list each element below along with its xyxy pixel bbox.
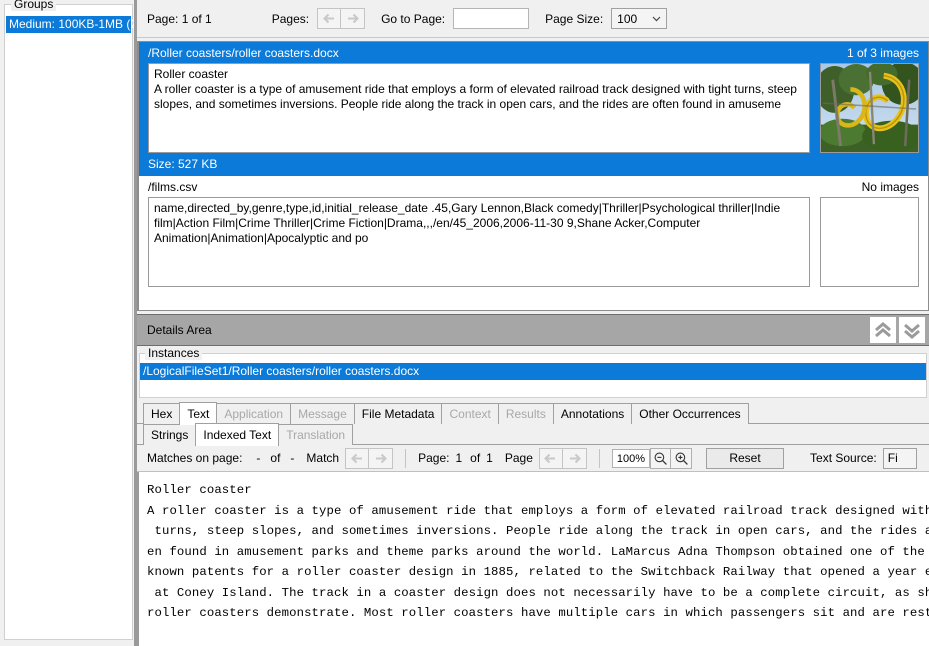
page-indicator: Page: 1 of 1 xyxy=(147,12,212,26)
result-snippet: name,directed_by,genre,type,id,initial_r… xyxy=(148,197,810,287)
tab-translation: Translation xyxy=(278,424,353,445)
result-row[interactable]: /Roller coasters/roller coasters.docx 1 … xyxy=(139,42,928,176)
tab-annotations[interactable]: Annotations xyxy=(553,403,632,424)
tab-application: Application xyxy=(216,403,291,424)
reset-button[interactable]: Reset xyxy=(706,448,784,469)
magnifier-plus-icon xyxy=(674,451,689,466)
tab-context: Context xyxy=(441,403,498,424)
right-arrow-icon xyxy=(568,453,581,464)
pages-label: Pages: xyxy=(272,12,309,26)
prev-page-button[interactable] xyxy=(317,8,341,29)
details-area-bar: Details Area xyxy=(137,314,929,346)
chevron-down-icon xyxy=(652,16,661,22)
goto-page-label: Go to Page: xyxy=(381,12,445,26)
right-arrow-icon xyxy=(374,453,387,464)
tab-other-occurrences[interactable]: Other Occurrences xyxy=(631,403,748,424)
page-size-label: Page Size: xyxy=(545,12,603,26)
instances-title: Instances xyxy=(145,346,202,360)
result-images-count: 1 of 3 images xyxy=(847,46,919,60)
left-arrow-icon xyxy=(544,453,557,464)
left-arrow-icon xyxy=(323,13,336,24)
snippet-text: A roller coaster is a type of amusement … xyxy=(154,82,797,111)
details-collapse-button[interactable] xyxy=(870,317,896,343)
sidebar-item-medium[interactable]: Medium: 100KB-1MB (2) xyxy=(6,16,131,33)
text-source-select[interactable]: Fi xyxy=(883,448,917,469)
roller-coaster-photo xyxy=(821,64,918,152)
viewer-prev-page-button[interactable] xyxy=(539,448,563,469)
page-size-value: 100 xyxy=(617,12,637,26)
result-header: /films.csv No images xyxy=(139,176,928,197)
tab-hex[interactable]: Hex xyxy=(143,403,180,424)
viewer-page-of: of xyxy=(470,451,480,465)
groups-sidebar: Groups Medium: 100KB-1MB (2) xyxy=(0,0,137,646)
result-images-count: No images xyxy=(862,180,919,194)
viewer-page-total: 1 xyxy=(486,451,493,465)
viewer-page-label: Page: xyxy=(418,451,449,465)
matches-current: - xyxy=(256,451,260,465)
viewer-page-current: 1 xyxy=(455,451,462,465)
text-source-label: Text Source: xyxy=(810,451,877,465)
match-toolbar: Matches on page: - of - Match Page: xyxy=(137,445,929,472)
page-size-select[interactable]: 100 xyxy=(611,8,667,29)
instance-item[interactable]: /LogicalFileSet1/Roller coasters/roller … xyxy=(140,363,926,380)
tab-results: Results xyxy=(498,403,554,424)
result-size-empty xyxy=(139,287,928,310)
viewer-page-nav-label: Page xyxy=(505,451,533,465)
pager-toolbar: Page: 1 of 1 Pages: Go to Page: Page Siz… xyxy=(137,0,929,38)
match-prev-button[interactable] xyxy=(345,448,369,469)
details-area-title: Details Area xyxy=(147,323,212,337)
groups-groupbox: Groups Medium: 100KB-1MB (2) xyxy=(4,4,133,640)
zoom-out-button[interactable] xyxy=(650,448,671,469)
instances-section: Instances /LogicalFileSet1/Roller coaste… xyxy=(137,346,929,400)
groups-title: Groups xyxy=(11,0,56,11)
match-next-button[interactable] xyxy=(369,448,393,469)
tab-message: Message xyxy=(290,403,355,424)
secondary-tab-bar: Strings Indexed Text Translation xyxy=(137,424,929,445)
tab-strings[interactable]: Strings xyxy=(143,424,196,445)
primary-tab-bar: Hex Text Application Message File Metada… xyxy=(137,403,929,424)
viewer-next-page-button[interactable] xyxy=(563,448,587,469)
matches-of-label: of xyxy=(270,451,280,465)
left-arrow-icon xyxy=(351,453,364,464)
next-page-button[interactable] xyxy=(341,8,365,29)
result-size: Size: 527 KB xyxy=(139,153,928,176)
zoom-in-button[interactable] xyxy=(671,448,692,469)
result-path: /Roller coasters/roller coasters.docx xyxy=(148,46,339,60)
magnifier-minus-icon xyxy=(653,451,668,466)
goto-page-input[interactable] xyxy=(453,8,529,29)
result-snippet: Roller coasterA roller coaster is a type… xyxy=(148,63,810,153)
result-row[interactable]: /films.csv No images name,directed_by,ge… xyxy=(139,176,928,310)
result-thumbnail[interactable] xyxy=(820,63,919,153)
tab-indexed-text[interactable]: Indexed Text xyxy=(195,423,279,446)
indexed-text-viewer[interactable]: Roller coaster A roller coaster is a typ… xyxy=(137,472,929,646)
result-body: name,directed_by,genre,type,id,initial_r… xyxy=(139,197,928,287)
result-path: /films.csv xyxy=(148,180,197,194)
instances-groupbox: Instances /LogicalFileSet1/Roller coaste… xyxy=(139,353,927,398)
main-panel: Page: 1 of 1 Pages: Go to Page: Page Siz… xyxy=(137,0,929,646)
matches-on-page-label: Matches on page: xyxy=(147,451,242,465)
right-arrow-icon xyxy=(346,13,359,24)
match-label: Match xyxy=(306,451,339,465)
matches-total: - xyxy=(290,451,294,465)
result-thumbnail-placeholder xyxy=(820,197,919,287)
double-chevron-down-icon xyxy=(902,320,922,340)
snippet-title: Roller coaster xyxy=(154,67,228,81)
tab-file-metadata[interactable]: File Metadata xyxy=(354,403,443,424)
double-chevron-up-icon xyxy=(873,320,893,340)
result-body: Roller coasterA roller coaster is a type… xyxy=(139,63,928,153)
results-list: /Roller coasters/roller coasters.docx 1 … xyxy=(137,41,929,311)
tab-text[interactable]: Text xyxy=(179,402,217,425)
details-expand-button[interactable] xyxy=(899,317,925,343)
application-window: Groups Medium: 100KB-1MB (2) Page: 1 of … xyxy=(0,0,929,646)
zoom-level-value[interactable]: 100% xyxy=(612,449,650,468)
result-header: /Roller coasters/roller coasters.docx 1 … xyxy=(139,42,928,63)
